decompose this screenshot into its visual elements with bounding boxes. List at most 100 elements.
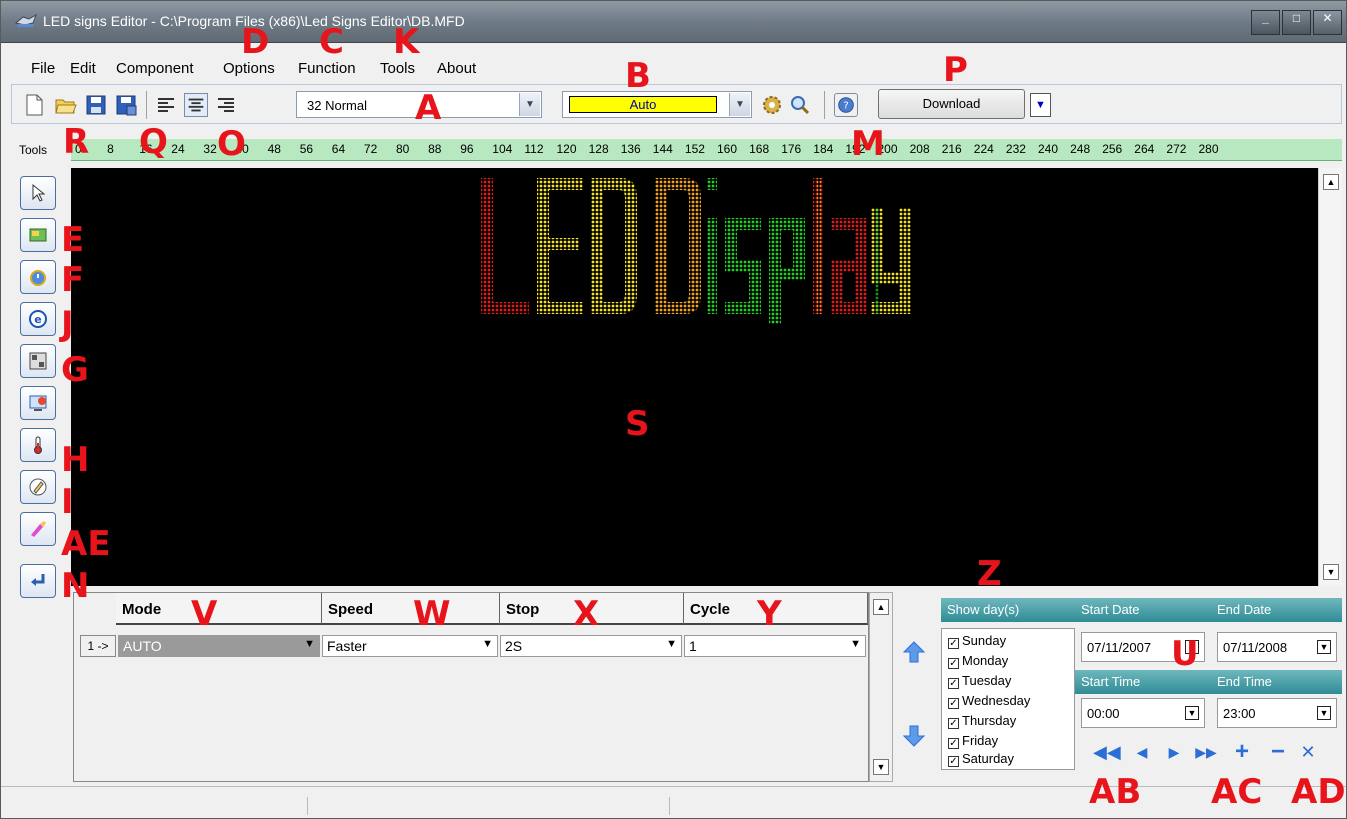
move-up-arrow-icon[interactable] bbox=[901, 639, 927, 665]
menu-about[interactable]: About bbox=[437, 60, 476, 77]
end-date-header: End Date bbox=[1211, 598, 1342, 622]
save-as-icon[interactable] bbox=[114, 93, 138, 117]
enter-tool-button[interactable] bbox=[20, 564, 56, 598]
scroll-down-arrow-icon[interactable]: ▼ bbox=[1323, 564, 1339, 580]
menu-component[interactable]: Component bbox=[116, 60, 194, 77]
add-icon[interactable]: + bbox=[1231, 740, 1253, 764]
annotation-label: G bbox=[61, 350, 89, 390]
ruler-tick: 48 bbox=[267, 142, 281, 156]
first-page-icon[interactable]: ◀◀ bbox=[1093, 742, 1121, 764]
menu-function[interactable]: Function bbox=[298, 60, 356, 77]
end-time-field[interactable]: 23:00 ▼ bbox=[1217, 698, 1337, 728]
zoom-icon[interactable] bbox=[788, 93, 812, 117]
return-arrow-icon bbox=[31, 574, 45, 586]
temperature-tool-button[interactable] bbox=[20, 428, 56, 462]
minimize-button[interactable]: _ bbox=[1251, 10, 1280, 35]
scroll-up-arrow-icon[interactable]: ▲ bbox=[1323, 174, 1339, 190]
status-bar bbox=[1, 786, 1346, 818]
draw-tool-button[interactable] bbox=[20, 512, 56, 546]
stop-select[interactable]: 2S ▼ bbox=[500, 635, 682, 657]
annotation-label: R bbox=[63, 122, 90, 162]
menu-options[interactable]: Options bbox=[223, 60, 275, 77]
close-button[interactable]: ✕ bbox=[1313, 10, 1342, 35]
menu-file[interactable]: File bbox=[31, 60, 55, 77]
calendar-dropdown-icon[interactable]: ▼ bbox=[1317, 640, 1331, 654]
chevron-down-icon: ▼ bbox=[729, 93, 750, 116]
day-label: Thursday bbox=[962, 713, 1017, 728]
ruler-tick: 8 bbox=[107, 142, 114, 156]
open-folder-icon[interactable] bbox=[54, 93, 78, 117]
start-time-field[interactable]: 00:00 ▼ bbox=[1081, 698, 1205, 728]
time-dropdown-icon[interactable]: ▼ bbox=[1317, 706, 1331, 720]
annotation-label: I bbox=[61, 482, 74, 522]
remove-icon[interactable]: − bbox=[1267, 740, 1289, 764]
previous-page-icon[interactable]: ◀ bbox=[1131, 742, 1153, 764]
ruler-tick: 176 bbox=[781, 142, 802, 156]
download-button[interactable]: Download bbox=[878, 89, 1025, 119]
column-header-speed[interactable]: Speed bbox=[322, 593, 500, 625]
column-header-mode[interactable]: Mode bbox=[116, 593, 322, 625]
day-thursday[interactable]: ✓ Thursday bbox=[948, 713, 1016, 729]
ruler-tick: 240 bbox=[1038, 142, 1059, 156]
led-preview-canvas[interactable] bbox=[71, 168, 1318, 586]
download-options-chevron-icon[interactable]: ▼ bbox=[1030, 93, 1051, 117]
save-icon[interactable] bbox=[84, 93, 108, 117]
display-vertical-scrollbar[interactable]: ▲ ▼ bbox=[1318, 168, 1342, 586]
align-right-icon[interactable] bbox=[214, 93, 238, 117]
annotation-label: AE bbox=[61, 524, 111, 564]
svg-text:e: e bbox=[34, 313, 41, 326]
end-date-field[interactable]: 07/11/2008 ▼ bbox=[1217, 632, 1337, 662]
annotation-label: AD bbox=[1291, 772, 1346, 812]
ruler-tick: 216 bbox=[941, 142, 962, 156]
settings-gear-icon[interactable] bbox=[760, 93, 784, 117]
status-separator bbox=[669, 797, 670, 815]
color-select[interactable]: Auto ▼ bbox=[562, 91, 752, 118]
align-left-icon[interactable] bbox=[154, 93, 178, 117]
next-page-icon[interactable]: ▶ bbox=[1163, 742, 1185, 764]
title-bar: LED signs Editor - C:\Program Files (x86… bbox=[1, 1, 1346, 43]
end-time-header: End Time bbox=[1211, 670, 1342, 694]
speed-select[interactable]: Faster ▼ bbox=[322, 635, 498, 657]
scroll-up-arrow-icon[interactable]: ▲ bbox=[873, 599, 889, 615]
menu-tools[interactable]: Tools bbox=[380, 60, 415, 77]
mode-select[interactable]: AUTO ▼ bbox=[118, 635, 320, 657]
ruler-tick: 160 bbox=[717, 142, 738, 156]
cycle-value: 1 bbox=[689, 638, 697, 654]
help-icon[interactable]: ? bbox=[834, 93, 858, 117]
schedule-tool-button[interactable] bbox=[20, 386, 56, 420]
day-friday[interactable]: ✓ Friday bbox=[948, 733, 998, 749]
scroll-down-arrow-icon[interactable]: ▼ bbox=[873, 759, 889, 775]
row-header[interactable]: 1 -> bbox=[80, 635, 116, 657]
menu-edit[interactable]: Edit bbox=[70, 60, 96, 77]
dropdown-arrow-icon: ▼ bbox=[850, 638, 861, 650]
new-file-icon[interactable] bbox=[22, 93, 46, 117]
day-sunday[interactable]: ✓ Sunday bbox=[948, 633, 1006, 649]
ruler-tick: 136 bbox=[620, 142, 641, 156]
ruler-tick: 88 bbox=[428, 142, 442, 156]
ruler-tick: 152 bbox=[684, 142, 705, 156]
table-tool-button[interactable] bbox=[20, 344, 56, 378]
pixel-ruler: 0 8 16 24 32 40 48 56 64 72 80 88 96 104 112 120 128 136 1… bbox=[71, 139, 1342, 161]
pointer-tool-button[interactable] bbox=[20, 176, 56, 210]
ruler-tick: 64 bbox=[331, 142, 346, 156]
picture-tool-button[interactable] bbox=[20, 218, 56, 252]
led-text-display bbox=[481, 178, 911, 324]
day-wednesday[interactable]: ✓ Wednesday bbox=[948, 693, 1030, 709]
edit-tool-button[interactable] bbox=[20, 470, 56, 504]
web-tool-button[interactable]: e bbox=[20, 302, 56, 336]
ruler-tick: 248 bbox=[1070, 142, 1091, 156]
maximize-button[interactable]: □ bbox=[1282, 10, 1311, 35]
day-saturday[interactable]: ✓ Saturday bbox=[948, 751, 1014, 767]
last-page-icon[interactable]: ▶▶ bbox=[1195, 742, 1217, 764]
grid-vertical-scrollbar[interactable]: ▲ ▼ bbox=[869, 592, 893, 782]
time-dropdown-icon[interactable]: ▼ bbox=[1185, 706, 1199, 720]
cycle-select[interactable]: 1 ▼ bbox=[684, 635, 866, 657]
day-tuesday[interactable]: ✓ Tuesday bbox=[948, 673, 1011, 689]
align-center-icon[interactable] bbox=[184, 93, 208, 117]
day-monday[interactable]: ✓ Monday bbox=[948, 653, 1008, 669]
check-icon: ✓ bbox=[948, 638, 959, 649]
move-down-arrow-icon[interactable] bbox=[901, 723, 927, 749]
delete-icon[interactable]: ✕ bbox=[1297, 742, 1319, 764]
clock-tool-button[interactable] bbox=[20, 260, 56, 294]
mode-value: AUTO bbox=[123, 638, 162, 654]
